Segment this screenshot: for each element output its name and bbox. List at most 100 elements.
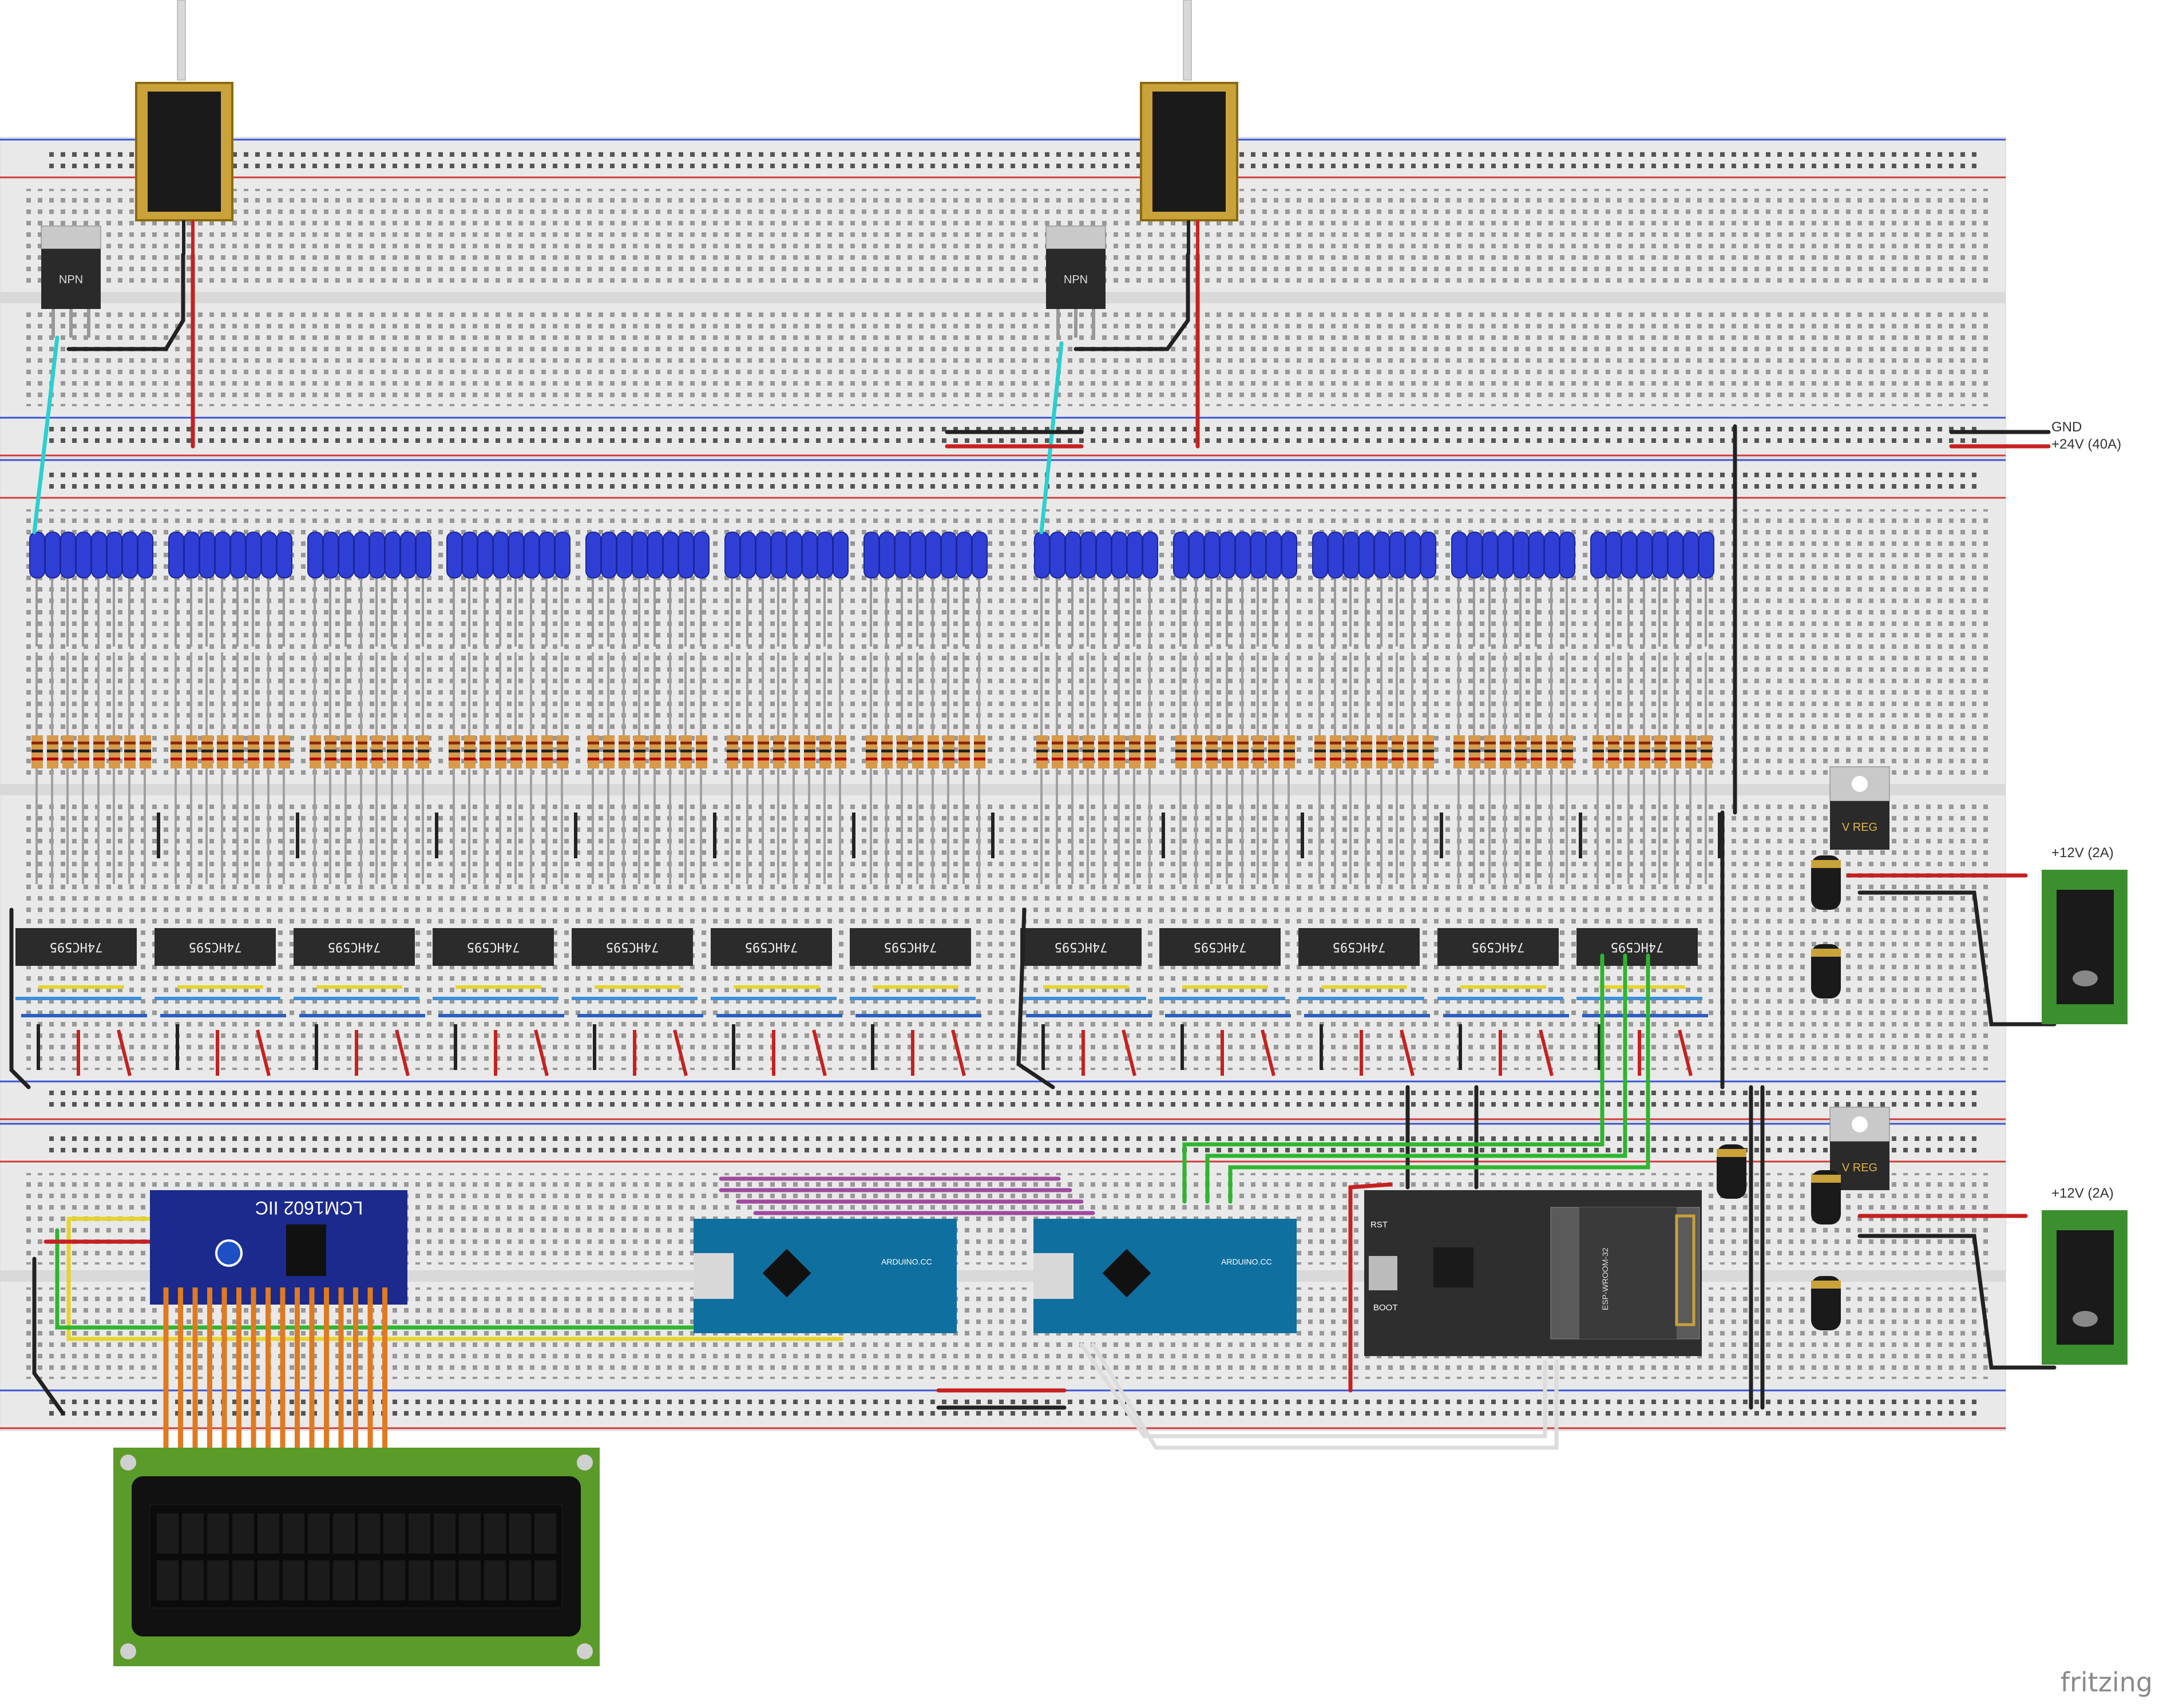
resistor-band — [124, 750, 136, 752]
resistor-band — [1268, 742, 1279, 744]
resistor-band — [1407, 750, 1419, 752]
chip-label: 74HC595 — [328, 940, 381, 954]
resistor-band — [387, 758, 398, 760]
resistor-band — [541, 758, 553, 760]
resistor-band — [263, 750, 275, 752]
resistor-band — [1500, 750, 1511, 752]
resistor-band — [1546, 742, 1558, 744]
rail-holes — [46, 145, 1980, 169]
led — [29, 532, 45, 578]
resistor-band — [62, 750, 74, 752]
led — [910, 532, 926, 578]
resistor-band — [1191, 750, 1202, 752]
resistor-band — [1175, 750, 1187, 752]
resistor-band — [912, 758, 924, 760]
resistor-band — [1531, 742, 1542, 744]
resistor-band — [1546, 758, 1558, 760]
led — [477, 532, 493, 578]
resistor-band — [140, 758, 151, 760]
resistor-band — [201, 758, 213, 760]
chip-label: 74HC595 — [467, 940, 520, 954]
led — [1328, 532, 1344, 578]
led — [524, 532, 540, 578]
led — [76, 532, 92, 578]
led — [1127, 532, 1143, 578]
chip-label: 74HC595 — [50, 940, 103, 954]
lcd-char-cell — [534, 1513, 556, 1554]
resistor-band — [1592, 758, 1604, 760]
led — [539, 532, 555, 578]
lcd-char-cell — [232, 1560, 254, 1600]
resistor-band — [325, 758, 336, 760]
resistor-band — [943, 758, 954, 760]
resistor-band — [958, 742, 970, 744]
resistor-band — [526, 750, 537, 752]
capacitor-band — [1811, 1281, 1841, 1289]
resistor-band — [742, 742, 754, 744]
led — [199, 532, 215, 578]
chip-label: 74HC595 — [884, 940, 937, 954]
resistor-band — [186, 750, 197, 752]
resistor-band — [47, 758, 58, 760]
led — [168, 532, 184, 578]
led — [215, 532, 231, 578]
resistor-band — [93, 758, 105, 760]
resistor-band — [974, 742, 985, 744]
lcd-char-cell — [434, 1560, 455, 1600]
resistor-band — [1083, 758, 1094, 760]
resistor-band — [881, 750, 893, 752]
resistor-band — [418, 742, 429, 744]
resistor-band — [480, 742, 491, 744]
resistor-band — [603, 750, 615, 752]
vreg-label-bottom: V REG — [1842, 1162, 1877, 1174]
resistor-band — [789, 742, 800, 744]
resistor-band — [958, 758, 970, 760]
led — [694, 532, 710, 578]
resistor-band — [310, 742, 321, 744]
resistor-band — [1237, 742, 1249, 744]
led — [663, 532, 679, 578]
resistor-band — [758, 750, 769, 752]
resistor-band — [1314, 758, 1326, 760]
resistor-band — [387, 750, 398, 752]
resistor-band — [1345, 758, 1357, 760]
resistor-band — [1392, 758, 1403, 760]
resistor-band — [526, 758, 537, 760]
capacitor-band — [1811, 949, 1841, 957]
resistor-band — [1639, 758, 1650, 760]
resistor-band — [1175, 742, 1187, 744]
led — [585, 532, 601, 578]
resistor-band — [78, 750, 89, 752]
lcd-char-cell — [459, 1560, 481, 1600]
led — [184, 532, 200, 578]
esp32-module-label: ESP-WROOM-32 — [1601, 1247, 1610, 1310]
led — [941, 532, 957, 578]
resistor-band — [449, 750, 460, 752]
led — [1343, 532, 1359, 578]
resistor-band — [1283, 758, 1295, 760]
resistor-band — [804, 758, 815, 760]
resistor-band — [232, 750, 244, 752]
arduino-left-brand: ARDUINO.CC — [881, 1257, 932, 1266]
led — [508, 532, 524, 578]
led — [972, 532, 988, 578]
chip-label: 74HC595 — [1055, 940, 1108, 954]
resistor-band — [248, 750, 259, 752]
resistor-band — [1562, 750, 1573, 752]
resistor-band — [186, 742, 197, 744]
resistor-band — [449, 742, 460, 744]
resistor-band — [356, 742, 367, 744]
resistor-band — [819, 758, 831, 760]
resistor-band — [588, 742, 599, 744]
resistor-band — [464, 750, 476, 752]
resistor-band — [696, 750, 707, 752]
resistor-band — [449, 758, 460, 760]
led — [740, 532, 756, 578]
resistor-band — [526, 742, 537, 744]
resistor-band — [1206, 750, 1218, 752]
resistor-band — [217, 742, 228, 744]
resistor-band — [1098, 750, 1110, 752]
resistor-band — [1500, 742, 1511, 744]
resistor-band — [47, 750, 58, 752]
led — [786, 532, 802, 578]
